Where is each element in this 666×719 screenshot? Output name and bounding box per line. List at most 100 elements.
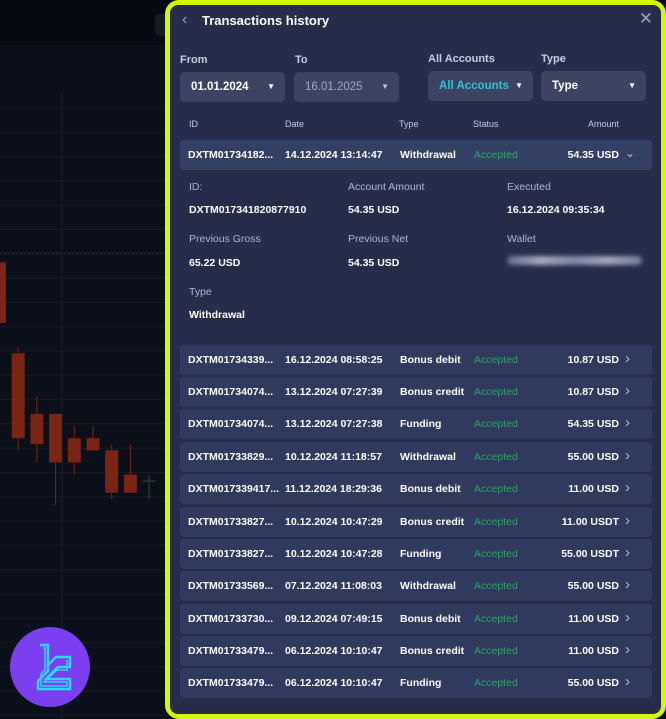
column-header-amount: Amount [588,119,620,129]
row-type: Bonus credit [400,645,465,657]
row-date: 16.12.2024 08:58:25 [285,354,383,366]
row-amount: 10.87 USD [567,386,619,398]
row-type: Bonus debit [400,354,461,366]
row-status: Accepted [474,645,518,657]
from-date-select[interactable]: 01.01.2024 ▼ [180,72,285,102]
row-date: 10.12.2024 10:47:29 [285,516,383,528]
column-header-date: Date [285,119,305,129]
accounts-label: All Accounts [428,53,495,65]
row-id: DXTM01733479... [188,677,274,689]
row-type: Funding [400,548,442,560]
from-label: From [180,54,208,66]
row-type: Bonus debit [400,613,461,625]
row-amount: 55.00 USD [567,677,619,689]
table-row[interactable]: DXTM01734074... 13.12.2024 07:27:38 Fundin… [180,409,652,439]
accounts-value: All Accounts [439,80,509,92]
column-header-id: ID [189,119,198,129]
row-amount: 11.00 USD [568,613,619,625]
transactions-history-panel: ‹ Transactions history ✕ From 01.01.2024… [170,5,661,714]
table-row[interactable]: DXTM01734339... 16.12.2024 08:58:25 Bonus … [180,345,652,375]
panel-header: ‹ Transactions history ✕ [170,5,661,41]
row-type: Withdrawal [400,451,456,463]
row-date: 10.12.2024 10:47:28 [285,548,383,560]
row-date: 14.12.2024 13:14:47 [285,149,383,161]
row-amount: 55.00 USD [567,580,619,592]
row-status: Accepted [474,516,518,528]
table-row[interactable]: DXTM01733479... 06.12.2024 10:10:47 Bonus … [180,636,652,666]
table-row[interactable]: DXTM01733827... 10.12.2024 10:47:28 Fundin… [180,539,652,569]
type-value: Type [552,80,578,92]
chevron-right-icon[interactable]: › [625,641,630,658]
row-status: Accepted [474,677,518,689]
top-toolbar [0,0,175,45]
close-icon[interactable]: ✕ [639,9,653,29]
table-row[interactable]: DXTM01734074... 13.12.2024 07:27:39 Bonus … [180,377,652,407]
chevron-right-icon[interactable]: › [625,609,630,626]
table-row[interactable]: DXTM01733829... 10.12.2024 11:18:57 Withdr… [180,442,652,472]
row-amount: 10.87 USD [567,354,619,366]
row-status: Accepted [474,580,518,592]
detail-type-value: Withdrawal [189,309,245,321]
detail-executed-value: 16.12.2024 09:35:34 [507,204,605,216]
row-date: 11.12.2024 18:29:36 [285,483,382,495]
row-status: Accepted [474,354,518,366]
accounts-select[interactable]: All Accounts ▼ [428,71,533,101]
panel-title: Transactions history [202,13,330,28]
row-type: Bonus credit [400,516,465,528]
candlestick [86,426,100,451]
chevron-right-icon[interactable]: › [625,512,630,529]
type-label: Type [541,53,566,65]
row-status: Accepted [474,386,518,398]
detail-account-amount-label: Account Amount [348,181,425,193]
from-date-value: 01.01.2024 [191,81,249,93]
row-amount: 11.00 USD [568,483,619,495]
table-row[interactable]: DXTM01733479... 06.12.2024 10:10:47 Fundin… [180,668,652,698]
caret-down-icon: ▼ [515,81,523,90]
chevron-right-icon[interactable]: › [625,479,630,496]
chevron-right-icon[interactable]: › [625,544,630,561]
row-id: DXTM01733827... [188,516,274,528]
detail-id-value: DXTM017341820877910 [189,204,307,216]
row-date: 13.12.2024 07:27:38 [285,418,383,430]
caret-down-icon: ▼ [381,82,389,91]
candlestick [142,474,156,499]
transaction-detail: ID: DXTM017341820877910 Account Amount 5… [180,173,652,339]
candlestick [11,347,25,451]
back-icon[interactable]: ‹ [182,11,187,29]
chevron-down-icon[interactable]: ⌄ [625,146,635,160]
table-row[interactable]: DXTM017339417... 11.12.2024 18:29:36 Bonus… [180,474,652,504]
detail-previous-gross-label: Previous Gross [189,233,261,245]
price-chart[interactable] [0,45,170,719]
table-row[interactable]: DXTM01733569... 07.12.2024 11:08:03 Withdr… [180,571,652,601]
row-amount: 55.00 USDT [561,548,619,560]
to-label: To [295,54,308,66]
row-id: DXTM01733829... [188,451,274,463]
chevron-right-icon[interactable]: › [625,350,630,367]
type-select[interactable]: Type ▼ [541,71,646,101]
row-amount: 54.35 USD [567,418,619,430]
row-id: DXTM017339417... [188,483,280,495]
row-id: DXTM01733730... [188,613,274,625]
chevron-right-icon[interactable]: › [625,414,630,431]
column-header-type: Type [399,119,419,129]
table-row[interactable]: DXTM01733730... 09.12.2024 07:49:15 Bonus … [180,604,652,634]
chevron-right-icon[interactable]: › [625,382,630,399]
table-row[interactable]: DXTM01733827... 10.12.2024 10:47:29 Bonus … [180,507,652,537]
candlestick [30,395,44,463]
column-header-status: Status [473,119,499,129]
chevron-right-icon[interactable]: › [625,673,630,690]
candlestick [67,426,81,475]
row-date: 07.12.2024 11:08:03 [285,580,382,592]
row-id: DXTM01733827... [188,548,274,560]
detail-account-amount-value: 54.35 USD [348,204,400,216]
to-date-select[interactable]: 16.01.2025 ▼ [294,72,399,102]
detail-id-label: ID: [189,181,203,193]
row-type: Funding [400,418,442,430]
caret-down-icon: ▼ [628,81,636,90]
row-date: 13.12.2024 07:27:39 [285,386,383,398]
chevron-right-icon[interactable]: › [625,576,630,593]
chevron-right-icon[interactable]: › [625,447,630,464]
row-type: Bonus debit [400,483,461,495]
row-type: Bonus credit [400,386,465,398]
table-row-expanded[interactable]: DXTM01734182... 14.12.2024 13:14:47 With… [180,140,652,170]
